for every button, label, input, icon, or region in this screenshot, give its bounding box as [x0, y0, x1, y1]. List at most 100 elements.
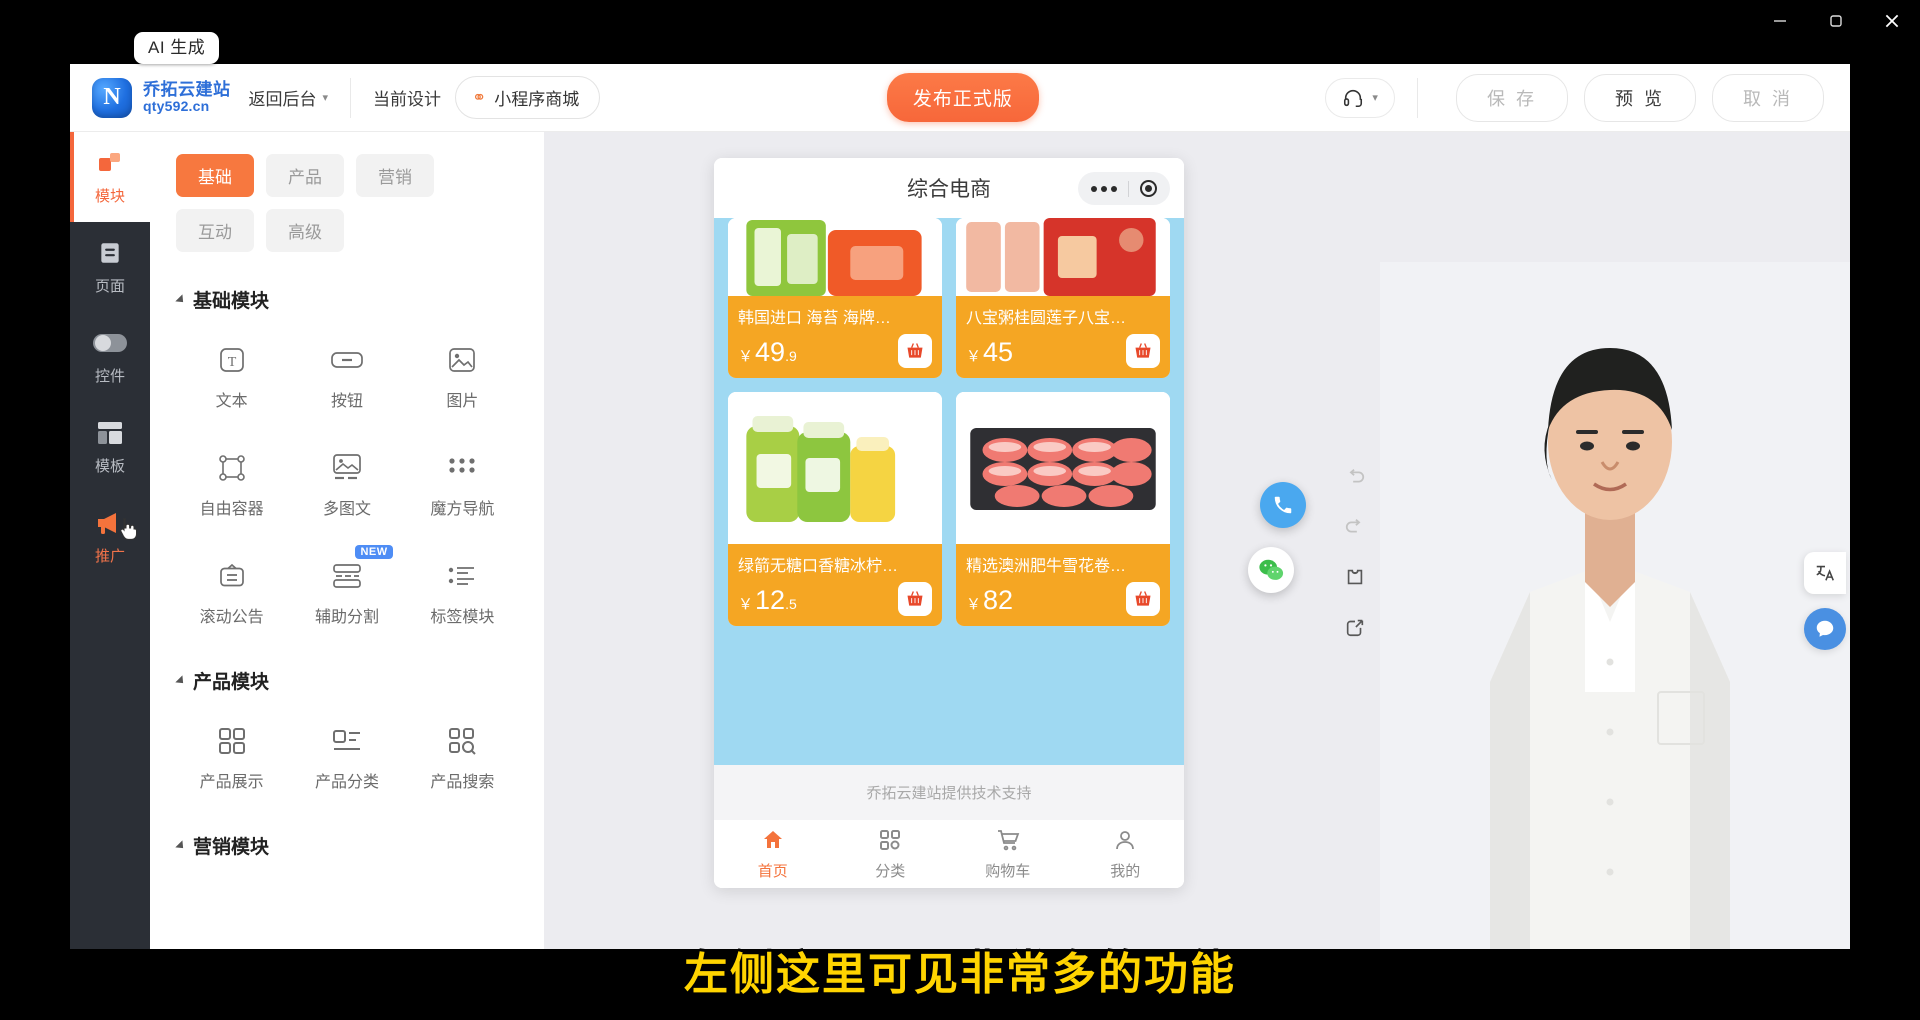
- tab-marketing[interactable]: 营销: [356, 154, 434, 197]
- toggle-icon: [93, 328, 127, 358]
- wechat-capsule[interactable]: [1078, 172, 1170, 205]
- currency-symbol: ￥: [738, 596, 754, 613]
- tab-product[interactable]: 产品: [266, 154, 344, 197]
- sidebar-item-label: 模块: [94, 188, 125, 205]
- module-label: 图片: [446, 393, 479, 410]
- more-dots-icon: [1091, 185, 1118, 192]
- modules-panel: 基础 产品 营销 互动 高级 基础模块 T 文本 按钮 图片 自由容器 多图文 …: [150, 132, 544, 949]
- product-image: [956, 392, 1170, 544]
- brand[interactable]: N 乔拓云建站 qty592.cn: [70, 77, 231, 118]
- text-icon: T: [217, 343, 247, 377]
- brand-name: 乔拓云建站: [143, 79, 231, 99]
- section-header-product[interactable]: 产品模块: [150, 633, 544, 694]
- module-label: 文本: [215, 393, 248, 410]
- preview-button[interactable]: 预 览: [1583, 73, 1696, 122]
- back-to-admin-menu[interactable]: 返回后台 ▾: [249, 85, 329, 110]
- tab-label: 购物车: [985, 862, 1031, 880]
- tab-advanced[interactable]: 高级: [266, 209, 344, 252]
- module-button[interactable]: 按钮: [289, 329, 404, 417]
- share-icon: [1346, 619, 1364, 637]
- product-image: [728, 392, 942, 544]
- powered-by-credit: 乔拓云建站提供技术支持: [714, 765, 1184, 820]
- close-icon[interactable]: [1864, 0, 1920, 42]
- section-header-basic[interactable]: 基础模块: [150, 252, 544, 313]
- announcement-icon: [217, 559, 247, 593]
- sidebar-item-modules[interactable]: 模块: [70, 132, 150, 222]
- brand-domain: qty592.cn: [143, 98, 210, 115]
- free-container-icon: [217, 451, 247, 485]
- user-icon: [1113, 828, 1137, 856]
- redo-icon: [1345, 519, 1361, 533]
- module-multi-image-text[interactable]: 多图文: [289, 437, 404, 525]
- product-card[interactable]: 精选澳洲肥牛雪花卷… ￥ 82: [956, 392, 1170, 626]
- tab-profile[interactable]: 我的: [1067, 820, 1185, 888]
- sidebar-item-pages[interactable]: 页面: [70, 222, 150, 312]
- module-product-search[interactable]: 产品搜索: [405, 710, 520, 798]
- basket-icon[interactable]: [1126, 582, 1160, 616]
- support-button[interactable]: ▾: [1325, 77, 1395, 118]
- module-label: 自由容器: [199, 501, 264, 518]
- product-info: 八宝粥桂圆莲子八宝… ￥ 45: [956, 296, 1170, 378]
- sidebar-item-widgets[interactable]: 控件: [70, 312, 150, 402]
- product-grid: 韩国进口 海苔 海牌… ￥ 49.9 八宝粥桂圆莲子八宝… ￥ 45 绿箭无糖口…: [728, 218, 1170, 626]
- basket-icon[interactable]: [1126, 334, 1160, 368]
- price-integer: 45: [983, 337, 1014, 367]
- phone-tabbar: 首页 分类 购物车 我的: [714, 820, 1184, 888]
- section-header-marketing[interactable]: 营销模块: [150, 798, 544, 859]
- product-card[interactable]: 绿箭无糖口香糖冰柠… ￥ 12.5: [728, 392, 942, 626]
- tab-home[interactable]: 首页: [714, 820, 832, 888]
- sidebar-item-label: 页面: [94, 278, 125, 295]
- module-free-container[interactable]: 自由容器: [174, 437, 289, 525]
- price-decimal: .9: [785, 348, 797, 364]
- tab-basic[interactable]: 基础: [176, 154, 254, 197]
- tab-cart[interactable]: 购物车: [949, 820, 1067, 888]
- product-image: [956, 218, 1170, 296]
- tab-category[interactable]: 分类: [832, 820, 950, 888]
- product-price: ￥ 49.9: [738, 337, 797, 368]
- tab-interactive[interactable]: 互动: [176, 209, 254, 252]
- wechat-bubble[interactable]: [1248, 547, 1294, 593]
- maximize-icon[interactable]: [1808, 0, 1864, 42]
- module-product-display[interactable]: 产品展示: [174, 710, 289, 798]
- edge-tools: [1804, 552, 1846, 650]
- cart-icon: [996, 828, 1020, 856]
- section-title: 基础模块: [193, 291, 270, 312]
- publish-button[interactable]: 发布正式版: [886, 73, 1039, 122]
- collapse-triangle-icon: [175, 293, 187, 306]
- translate-button[interactable]: [1804, 552, 1846, 594]
- minimize-icon[interactable]: [1752, 0, 1808, 42]
- module-text[interactable]: T 文本: [174, 329, 289, 417]
- top-bar: N 乔拓云建站 qty592.cn 返回后台 ▾ 当前设计 ⚭ 小程序商城 发布…: [70, 64, 1850, 132]
- module-tag[interactable]: 标签模块: [405, 545, 520, 633]
- product-price: ￥ 45: [966, 337, 1013, 368]
- product-category-icon: [331, 724, 363, 758]
- target-icon: [1139, 180, 1157, 197]
- collapse-triangle-icon: [175, 674, 187, 687]
- price-integer: 82: [983, 585, 1014, 615]
- product-card[interactable]: 韩国进口 海苔 海牌… ￥ 49.9: [728, 218, 942, 378]
- currency-symbol: ￥: [966, 596, 982, 613]
- basket-icon[interactable]: [898, 582, 932, 616]
- cancel-button[interactable]: 取 消: [1711, 73, 1824, 122]
- module-divider[interactable]: 辅助分割 NEW: [289, 545, 404, 633]
- divider: [1416, 77, 1418, 118]
- module-label: 魔方导航: [430, 501, 495, 518]
- top-right-actions: ▾ 保 存 预 览 取 消: [1325, 73, 1850, 122]
- module-image[interactable]: 图片: [405, 329, 520, 417]
- save-button[interactable]: 保 存: [1455, 73, 1568, 122]
- category-icon: [878, 828, 902, 856]
- divider-icon: [331, 559, 363, 593]
- chat-button[interactable]: [1804, 608, 1846, 650]
- module-magic-nav[interactable]: 魔方导航: [405, 437, 520, 525]
- sidebar-item-templates[interactable]: 模板: [70, 402, 150, 492]
- design-chip[interactable]: ⚭ 小程序商城: [455, 76, 601, 119]
- basket-icon[interactable]: [898, 334, 932, 368]
- app-window: N 乔拓云建站 qty592.cn 返回后台 ▾ 当前设计 ⚭ 小程序商城 发布…: [70, 64, 1850, 949]
- product-card[interactable]: 八宝粥桂圆莲子八宝… ￥ 45: [956, 218, 1170, 378]
- module-label: 标签模块: [430, 609, 495, 626]
- sidebar-item-promotion[interactable]: 推广: [70, 492, 150, 582]
- image-icon: [447, 343, 477, 377]
- phone-call-bubble[interactable]: [1260, 482, 1306, 528]
- module-announcement[interactable]: 滚动公告: [174, 545, 289, 633]
- module-product-category[interactable]: 产品分类: [289, 710, 404, 798]
